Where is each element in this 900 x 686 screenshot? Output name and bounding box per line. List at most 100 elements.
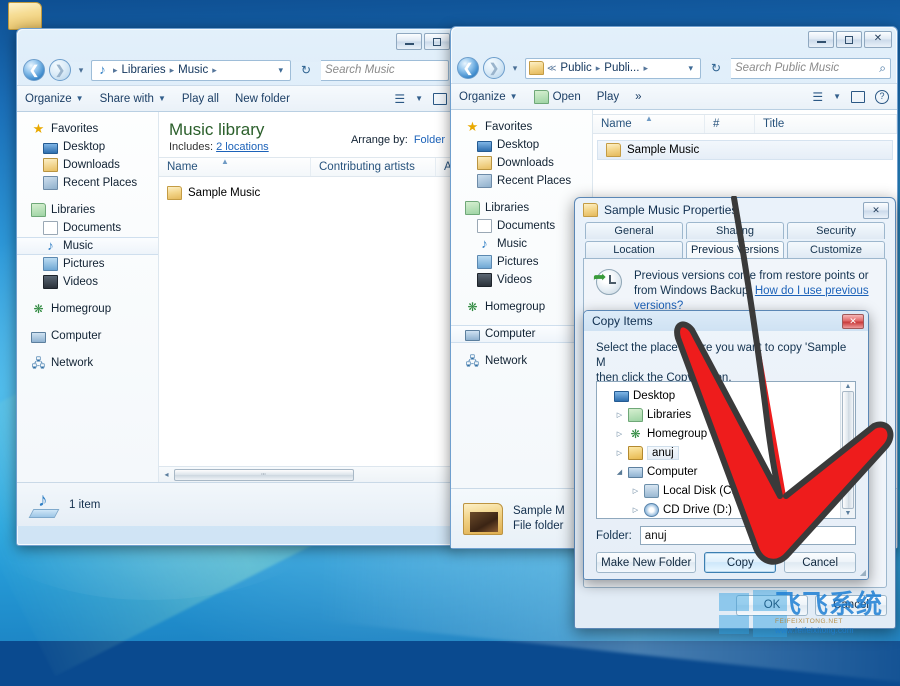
back-button[interactable]: ❮ — [23, 59, 45, 81]
tree-node-libraries[interactable]: ▷ Libraries — [601, 405, 840, 424]
new-folder-button[interactable]: New folder — [235, 93, 290, 105]
tree-twisty[interactable]: ▷ — [631, 487, 640, 495]
view-list-icon[interactable]: ☰ — [812, 90, 823, 104]
breadcrumb-item-music[interactable]: Music — [177, 64, 209, 76]
sidebar-item-videos[interactable]: Videos — [17, 273, 158, 291]
column-header-name[interactable]: Name — [159, 158, 311, 176]
organize-button[interactable]: Organize ▼ — [459, 91, 518, 103]
tree-node-cd-drive-d[interactable]: ▷ CD Drive (D:) — [601, 500, 840, 518]
sidebar-item-documents[interactable]: Documents — [17, 219, 158, 237]
sidebar-item-libraries[interactable]: Libraries — [17, 201, 158, 219]
properties-tabs-row2[interactable]: Location Previous Versions Customize — [583, 241, 887, 258]
chevron-down-icon[interactable]: ▾ — [684, 63, 697, 74]
window2-command-bar[interactable]: Organize ▼ Open Play » ☰ ▼ ? — [451, 83, 897, 110]
view-list-icon[interactable]: ☰ — [394, 92, 405, 106]
tree-twisty[interactable]: ▷ — [631, 506, 640, 514]
forward-button[interactable]: ❯ — [49, 59, 71, 81]
close-button[interactable]: ✕ — [842, 314, 864, 329]
tree-node-local-disk-c[interactable]: ▷ Local Disk (C:) — [601, 481, 840, 500]
sidebar-item-pictures[interactable]: Pictures — [451, 253, 592, 271]
tree-twisty[interactable]: ◢ — [615, 468, 624, 476]
breadcrumb[interactable]: ≪ Public ▸ Publi... ▸ ▾ — [525, 58, 701, 79]
sidebar-item-desktop[interactable]: Desktop — [17, 138, 158, 156]
column-header-title[interactable]: Title — [755, 115, 897, 133]
sidebar-item-music[interactable]: ♪ Music — [451, 235, 592, 253]
explorer-window-music-library[interactable]: ❮ ❯ ▾ ♪ ▸ Libraries ▸ Music ▸ ▾ ↻ Search… — [16, 28, 456, 546]
sidebar-item-network[interactable]: 🖧 Network — [17, 354, 158, 372]
window1-command-bar[interactable]: Organize ▼ Share with ▼ Play all New fol… — [17, 85, 455, 112]
window1-address-bar[interactable]: ❮ ❯ ▾ ♪ ▸ Libraries ▸ Music ▸ ▾ ↻ Search… — [17, 55, 455, 85]
sidebar-item-computer[interactable]: Computer — [17, 327, 158, 345]
chevron-down-icon[interactable]: ▼ — [833, 92, 841, 101]
sidebar-item-music[interactable]: ♪ Music — [17, 237, 158, 255]
maximize-button[interactable] — [424, 33, 450, 50]
tab-security[interactable]: Security — [787, 222, 885, 239]
tab-sharing[interactable]: Sharing — [686, 222, 784, 239]
breadcrumb-item-libraries[interactable]: Libraries — [121, 64, 167, 76]
horizontal-scrollbar[interactable]: ◂ ⵈ — [159, 466, 455, 482]
breadcrumb-overflow[interactable]: ≪ — [546, 63, 557, 74]
column-header-number[interactable]: # — [705, 115, 755, 133]
folder-field-row[interactable]: Folder: anuj — [596, 526, 856, 545]
refresh-icon[interactable]: ↻ — [705, 58, 727, 79]
make-new-folder-button[interactable]: Make New Folder — [596, 552, 696, 573]
sidebar-item-recent-places[interactable]: Recent Places — [451, 172, 592, 190]
sidebar-item-documents[interactable]: Documents — [451, 217, 592, 235]
window2-titlebar[interactable]: ✕ — [451, 27, 897, 53]
window1-titlebar[interactable] — [17, 29, 455, 55]
scroll-left-arrow[interactable]: ◂ — [159, 470, 174, 479]
sidebar-item-libraries[interactable]: Libraries — [451, 199, 592, 217]
tab-general[interactable]: General — [585, 222, 683, 239]
scroll-down-arrow[interactable]: ▼ — [845, 510, 852, 517]
includes-locations-link[interactable]: 2 locations — [216, 141, 269, 153]
destination-tree[interactable]: Desktop ▷ Libraries ▷ ❋ Homegroup ▷ anuj… — [596, 381, 856, 519]
sidebar-item-network[interactable]: 🖧 Network — [451, 352, 592, 370]
column-header-contributing-artists[interactable]: Contributing artists — [311, 158, 436, 176]
tab-previous-versions[interactable]: Previous Versions — [686, 241, 784, 258]
sidebar-item-pictures[interactable]: Pictures — [17, 255, 158, 273]
properties-tabs-row1[interactable]: General Sharing Security — [583, 222, 887, 239]
properties-titlebar[interactable]: Sample Music Properties ✕ — [575, 198, 895, 222]
sidebar-item-downloads[interactable]: Downloads — [451, 154, 592, 172]
copy-items-dialog[interactable]: Copy Items ✕ Select the place where you … — [583, 310, 869, 580]
sidebar-item-favorites[interactable]: ★ Favorites — [451, 118, 592, 136]
chevron-down-icon[interactable]: ▾ — [274, 65, 287, 76]
arrange-by[interactable]: Arrange by: Folder — [351, 120, 445, 146]
sidebar-item-downloads[interactable]: Downloads — [17, 156, 158, 174]
refresh-icon[interactable]: ↻ — [295, 60, 317, 81]
help-icon[interactable]: ? — [875, 90, 889, 104]
tree-node-homegroup[interactable]: ▷ ❋ Homegroup — [601, 424, 840, 443]
breadcrumb[interactable]: ♪ ▸ Libraries ▸ Music ▸ ▾ — [91, 60, 291, 81]
column-headers[interactable]: ▲ Name Contributing artists Album — [159, 157, 455, 177]
minimize-button[interactable] — [808, 31, 834, 48]
window2-title-buttons[interactable]: ✕ — [808, 31, 892, 48]
window1-title-buttons[interactable] — [396, 33, 450, 50]
chevron-down-icon[interactable]: ▼ — [415, 94, 423, 103]
search-icon[interactable]: ⌕ — [879, 61, 886, 76]
table-row[interactable]: Sample Music — [159, 183, 455, 203]
sidebar-item-favorites[interactable]: ★ Favorites — [17, 120, 158, 138]
history-dropdown-icon[interactable]: ▾ — [509, 63, 521, 74]
window1-navigation-pane[interactable]: ★ Favorites Desktop Downloads Recent Pla… — [17, 112, 159, 482]
breadcrumb-item-public-music[interactable]: Publi... — [603, 62, 640, 74]
preview-pane-icon[interactable] — [433, 93, 447, 105]
copy-items-titlebar[interactable]: Copy Items ✕ — [584, 311, 868, 331]
tab-customize[interactable]: Customize — [787, 241, 885, 258]
sidebar-item-homegroup[interactable]: ❋ Homegroup — [451, 298, 592, 316]
window2-navigation-pane[interactable]: ★ Favorites Desktop Downloads Recent Pla… — [451, 110, 593, 488]
open-button[interactable]: Open — [534, 90, 581, 104]
copy-dialog-buttons[interactable]: Make New Folder Copy Cancel — [596, 552, 856, 573]
table-row[interactable]: Sample Music — [597, 140, 893, 160]
back-button[interactable]: ❮ — [457, 57, 479, 79]
breadcrumb-item-public[interactable]: Public — [559, 62, 592, 74]
tree-node-anuj[interactable]: ▷ anuj — [601, 443, 840, 462]
scroll-up-arrow[interactable]: ▲ — [845, 383, 852, 390]
scrollbar-thumb[interactable]: ≡ — [842, 391, 854, 509]
tree-vertical-scrollbar[interactable]: ▲ ≡ ▼ — [840, 382, 855, 518]
play-button[interactable]: Play — [597, 91, 619, 103]
tree-node-desktop[interactable]: Desktop — [601, 386, 840, 405]
forward-button[interactable]: ❯ — [483, 57, 505, 79]
tree-node-computer[interactable]: ◢ Computer — [601, 462, 840, 481]
tree-twisty[interactable]: ▷ — [615, 430, 624, 438]
cancel-button[interactable]: Cancel — [784, 552, 856, 573]
